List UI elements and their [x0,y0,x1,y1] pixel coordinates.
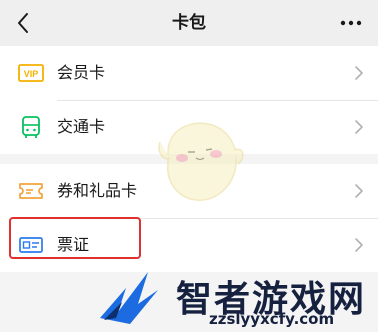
vip-card-icon: VIP [18,64,44,82]
watermark-url-text: zzslyyxcfy.com [209,310,335,328]
mascot-watermark-icon [158,122,244,201]
navigation-bar: 卡包 [0,0,378,46]
ticket-coupon-icon [19,183,43,199]
list-item-label: 会员卡 [57,63,106,82]
chevron-right-icon [355,184,363,198]
svg-text:VIP: VIP [24,69,39,79]
bus-icon [22,116,40,138]
chevron-right-icon [355,238,363,252]
card-wallet-screen: 卡包 VIP 会员卡 交通卡 券和礼品卡 票证 智者游戏网 zzslyyxcfy… [0,0,378,332]
list-item-membership-card[interactable]: VIP 会员卡 [0,46,378,100]
highlight-annotation-box [9,217,141,259]
logo-mark-icon [100,272,158,324]
list-item-label: 券和礼品卡 [57,181,138,200]
list-item-label: 交通卡 [57,117,106,136]
more-dots-icon[interactable] [338,12,364,34]
chevron-right-icon [355,120,363,134]
site-watermark: 智者游戏网 zzslyyxcfy.com [96,262,378,332]
chevron-right-icon [355,66,363,80]
page-title: 卡包 [172,13,206,33]
